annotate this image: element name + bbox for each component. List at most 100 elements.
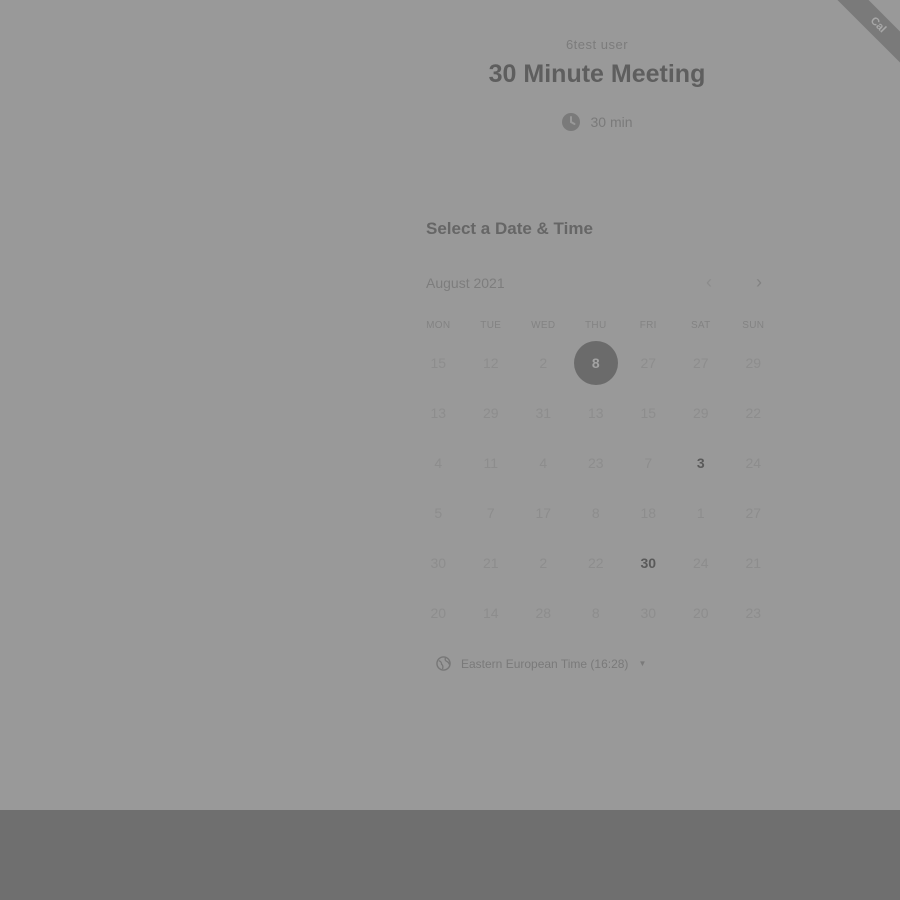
calendar-day: 17 bbox=[517, 488, 570, 538]
calendar-day: 22 bbox=[570, 538, 623, 588]
calendar-day-number: 30 bbox=[640, 555, 657, 571]
calendar-day: 7 bbox=[622, 438, 675, 488]
calendar-day-number: 8 bbox=[591, 505, 600, 521]
calendar-day-number: 29 bbox=[692, 405, 709, 421]
calendar-day: 27 bbox=[675, 338, 728, 388]
weekday-label: SUN bbox=[742, 320, 765, 331]
event-owner-name: 6test user bbox=[565, 37, 629, 52]
powered-by-ribbon[interactable]: Cal bbox=[830, 0, 900, 70]
calendar-day-number: 21 bbox=[745, 555, 762, 571]
calendar-day-available[interactable]: 30 bbox=[622, 538, 675, 588]
caret-down-icon: ▼ bbox=[638, 659, 647, 668]
calendar-day-number: 12 bbox=[482, 355, 499, 371]
calendar-day: 2 bbox=[517, 538, 570, 588]
globe-icon bbox=[436, 656, 451, 671]
calendar-day-number: 8 bbox=[573, 341, 618, 385]
chevron-left-icon[interactable]: ‹ bbox=[698, 272, 720, 293]
clock-icon bbox=[561, 112, 581, 132]
calendar-day: 24 bbox=[727, 438, 780, 488]
calendar-day-available[interactable]: 3 bbox=[675, 438, 728, 488]
calendar-day: 15 bbox=[622, 388, 675, 438]
calendar-day-number: 30 bbox=[430, 555, 447, 571]
event-title: 30 Minute Meeting bbox=[488, 60, 706, 88]
calendar-day-number: 22 bbox=[587, 555, 604, 571]
calendar-day-number: 22 bbox=[745, 405, 762, 421]
calendar-day: 23 bbox=[570, 438, 623, 488]
timezone-selector[interactable]: Eastern European Time (16:28) ▼ bbox=[436, 656, 646, 671]
calendar-day: 27 bbox=[622, 338, 675, 388]
calendar-day-number: 2 bbox=[539, 355, 548, 371]
weekday-label: WED bbox=[531, 320, 556, 331]
calendar-day-number: 30 bbox=[640, 605, 657, 621]
calendar-day-number: 27 bbox=[640, 355, 657, 371]
calendar-day: 18 bbox=[622, 488, 675, 538]
weekday-header: MON TUE WED THU FRI SAT SUN bbox=[412, 320, 780, 331]
calendar-day-number: 20 bbox=[692, 605, 709, 621]
weekday-label: MON bbox=[426, 320, 451, 331]
calendar-day-number: 31 bbox=[535, 405, 552, 421]
calendar-day: 21 bbox=[465, 538, 518, 588]
calendar-day: 24 bbox=[675, 538, 728, 588]
calendar-day-number: 20 bbox=[430, 605, 447, 621]
calendar-day-number: 18 bbox=[640, 505, 657, 521]
calendar-day-number: 2 bbox=[539, 555, 548, 571]
calendar-day-number: 15 bbox=[430, 355, 447, 371]
calendar-day: 12 bbox=[465, 338, 518, 388]
calendar-day: 13 bbox=[570, 388, 623, 438]
calendar-day: 31 bbox=[517, 388, 570, 438]
calendar-day: 14 bbox=[465, 588, 518, 638]
calendar-day: 21 bbox=[727, 538, 780, 588]
calendar-day: 30 bbox=[622, 588, 675, 638]
calendar-day-number: 24 bbox=[692, 555, 709, 571]
calendar-day: 7 bbox=[465, 488, 518, 538]
calendar-day: 22 bbox=[727, 388, 780, 438]
calendar-day: 20 bbox=[412, 588, 465, 638]
calendar-day-number: 14 bbox=[482, 605, 499, 621]
calendar-day-number: 13 bbox=[587, 405, 604, 421]
month-label: August 2021 bbox=[426, 274, 505, 291]
timezone-label: Eastern European Time (16:28) bbox=[461, 656, 629, 671]
calendar-day: 29 bbox=[727, 338, 780, 388]
calendar-day-number: 15 bbox=[640, 405, 657, 421]
calendar-day-number: 13 bbox=[430, 405, 447, 421]
month-navigation: August 2021 ‹ › bbox=[426, 272, 770, 293]
calendar-day: 8 bbox=[570, 588, 623, 638]
calendar-day-number: 27 bbox=[745, 505, 762, 521]
booking-panel: Cal 6test user 30 Minute Meeting 30 min … bbox=[0, 0, 900, 810]
calendar-day-number: 1 bbox=[696, 505, 705, 521]
month-nav-buttons: ‹ › bbox=[698, 272, 770, 293]
select-date-heading: Select a Date & Time bbox=[426, 219, 593, 238]
calendar-day-number: 4 bbox=[539, 455, 548, 471]
calendar-day: 28 bbox=[517, 588, 570, 638]
calendar-day-number: 23 bbox=[587, 455, 604, 471]
chevron-right-icon[interactable]: › bbox=[748, 272, 770, 293]
calendar-day-number: 4 bbox=[434, 455, 443, 471]
calendar-day-number: 21 bbox=[482, 555, 499, 571]
calendar-day-number: 29 bbox=[745, 355, 762, 371]
calendar-day-number: 7 bbox=[486, 505, 495, 521]
calendar-day-number: 17 bbox=[535, 505, 552, 521]
calendar-day: 23 bbox=[727, 588, 780, 638]
calendar-day-number: 11 bbox=[483, 455, 499, 471]
ribbon-text: Cal bbox=[830, 0, 900, 70]
calendar-day: 13 bbox=[412, 388, 465, 438]
calendar-day: 30 bbox=[412, 538, 465, 588]
calendar-day: 4 bbox=[517, 438, 570, 488]
calendar-day-number: 28 bbox=[535, 605, 552, 621]
calendar-day-selected[interactable]: 8 bbox=[570, 338, 623, 388]
duration-label: 30 min bbox=[590, 114, 633, 130]
calendar-day: 20 bbox=[675, 588, 728, 638]
calendar-day-number: 29 bbox=[482, 405, 499, 421]
calendar-day-grid: 15 12 2 8 27 27 29 13 29 31 13 15 29 22 4 11 4 23 7 3 24 5 7 17… bbox=[412, 338, 780, 638]
calendar-day: 4 bbox=[412, 438, 465, 488]
calendar-day: 1 bbox=[675, 488, 728, 538]
calendar-day: 29 bbox=[465, 388, 518, 438]
calendar-day-number: 5 bbox=[434, 505, 443, 521]
calendar-day: 27 bbox=[727, 488, 780, 538]
calendar-day: 2 bbox=[517, 338, 570, 388]
calendar-day: 5 bbox=[412, 488, 465, 538]
calendar-day: 8 bbox=[570, 488, 623, 538]
calendar-day-number: 8 bbox=[591, 605, 600, 621]
calendar-day-number: 23 bbox=[745, 605, 762, 621]
calendar-day: 11 bbox=[465, 438, 518, 488]
